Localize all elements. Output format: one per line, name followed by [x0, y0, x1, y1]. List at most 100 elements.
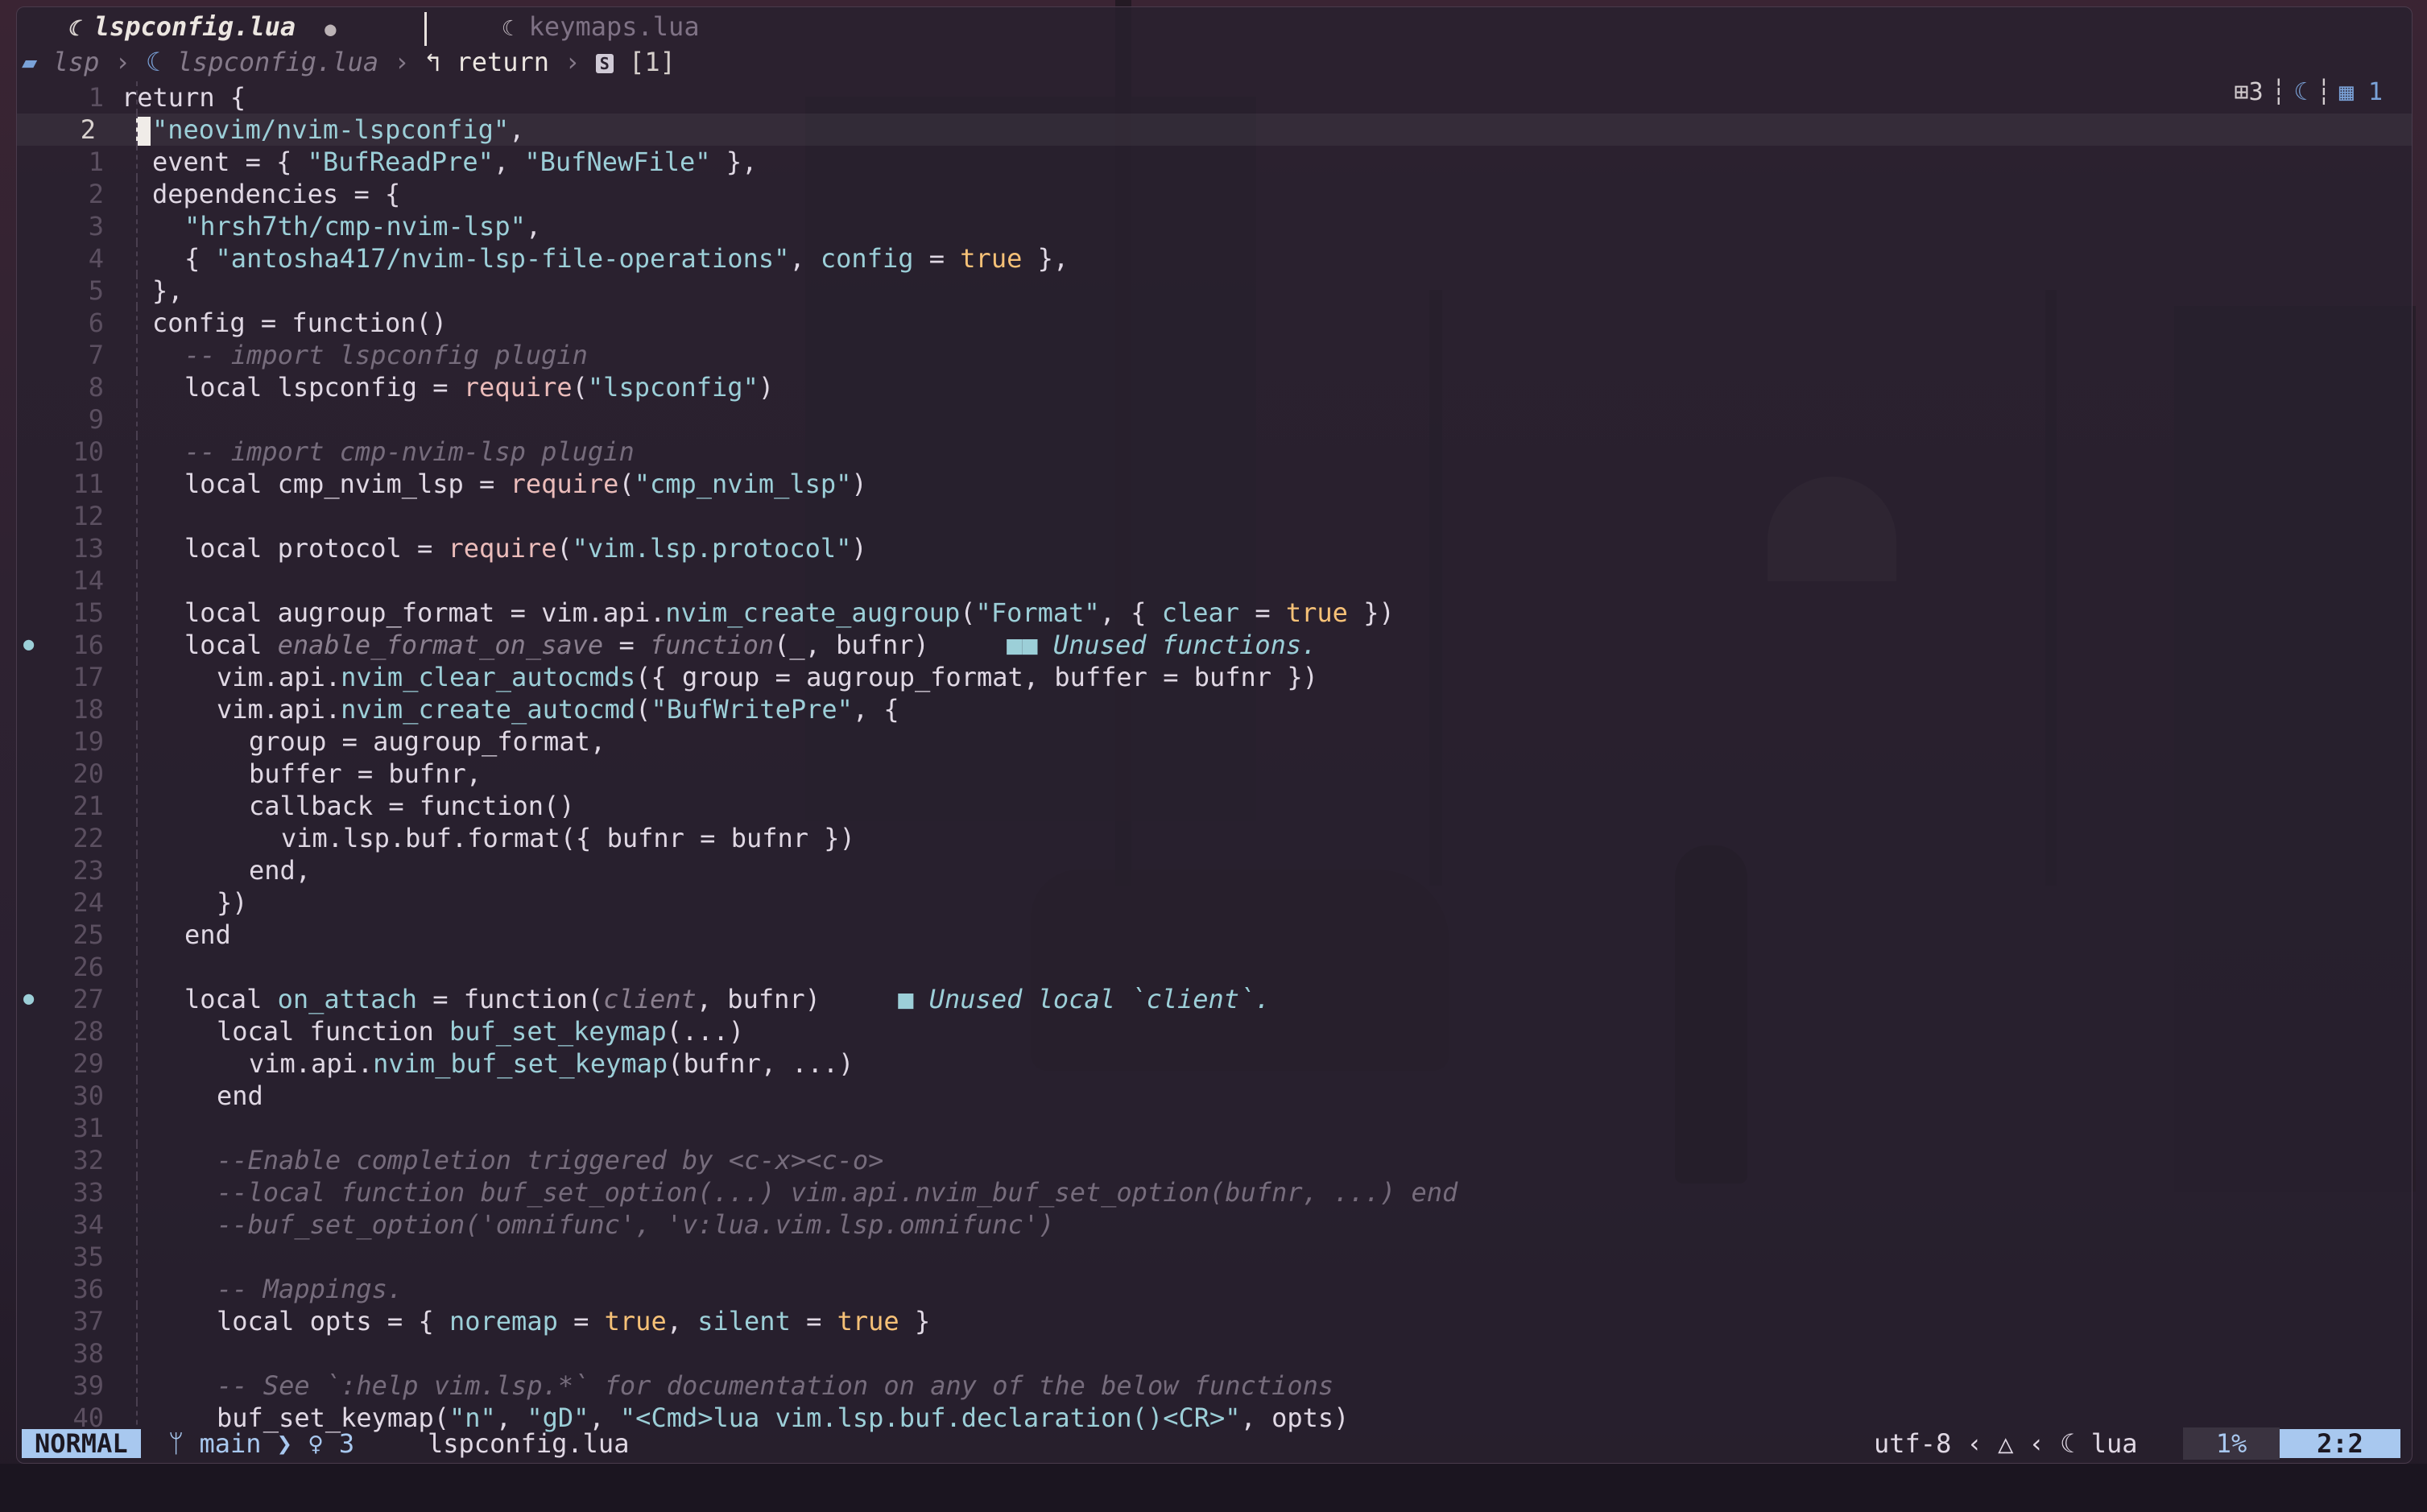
indent-guide [136, 951, 139, 983]
line-text: return { [122, 82, 246, 113]
breadcrumb-file[interactable]: lspconfig.lua [177, 47, 378, 77]
indent-guide [136, 178, 139, 210]
line-number: 31 [72, 1113, 104, 1143]
line-number: 20 [72, 758, 104, 789]
line-number: 35 [72, 1241, 104, 1272]
indent-guide [136, 1369, 139, 1402]
code-line: 35 [17, 1241, 2412, 1273]
indent-guide [136, 275, 139, 307]
indent-guide [136, 114, 139, 146]
code-line: 1 event = { "BufReadPre", "BufNewFile" }, [17, 146, 2412, 178]
indent-guide [136, 81, 139, 114]
indent-guide [136, 629, 139, 661]
scroll-percent: 1% [2183, 1427, 2280, 1460]
indent-guide [136, 854, 139, 886]
code-line: 32 --Enable completion triggered by <c-x>… [17, 1144, 2412, 1176]
tab-keymaps[interactable]: ☾ keymaps.lua [502, 10, 700, 43]
git-section[interactable]: ᛘ main ❯ ♀ 3 [168, 1427, 354, 1460]
line-number: 13 [72, 533, 104, 564]
encoding: utf-8 [1874, 1428, 1952, 1459]
line-text: -- See `:help vim.lsp.*` for documentati… [217, 1370, 1334, 1401]
code-line: 33 --local function buf_set_option(...) v… [17, 1176, 2412, 1208]
line-text: }, [152, 275, 184, 306]
tab-label: lspconfig.lua [93, 11, 296, 42]
line-text: }) [217, 887, 248, 918]
line-text: -- Mappings. [217, 1274, 403, 1304]
line-number: 11 [72, 469, 104, 499]
return-icon: ↰ [424, 47, 441, 77]
line-number: 34 [72, 1209, 104, 1240]
indent-guide [136, 758, 139, 790]
indent-guide [136, 1208, 139, 1241]
indent-guide [136, 371, 139, 403]
line-number: 14 [72, 565, 104, 596]
line-text: local on_attach = function(client, bufnr… [184, 984, 1271, 1014]
line-text: callback = function() [249, 791, 575, 821]
line-text: local enable_format_on_save = function(_… [184, 630, 1317, 660]
moon-icon: ☾ [67, 17, 80, 41]
indent-guide [136, 146, 139, 178]
code-line: 18 vim.api.nvim_create_autocmd("BufWriteP… [17, 693, 2412, 725]
cursor-position: 2:2 [2280, 1429, 2400, 1458]
tab-lspconfig[interactable]: ☾ lspconfig.lua ● [67, 10, 337, 43]
breadcrumb-scope[interactable]: return [456, 47, 549, 77]
breadcrumb-index[interactable]: [1] [629, 47, 676, 77]
desktop-bottom-strip [0, 1464, 2427, 1512]
breadcrumb-separator: › [564, 47, 581, 77]
line-number: 1 [88, 82, 104, 113]
code-line: 12 [17, 500, 2412, 532]
line-number: 32 [72, 1145, 104, 1175]
indent-guide [136, 468, 139, 500]
moon-icon: ☾ [502, 17, 515, 41]
line-number: 1 [88, 147, 104, 177]
code-line-current: 2 "neovim/nvim-lspconfig", [17, 114, 2412, 146]
filetype: lua [2090, 1428, 2138, 1459]
line-text: dependencies = { [152, 179, 401, 209]
code-line: 21 callback = function() [17, 790, 2412, 822]
line-text: local lspconfig = require("lspconfig") [184, 372, 775, 403]
code-line: 2 dependencies = { [17, 178, 2412, 210]
indent-guide [136, 1047, 139, 1080]
status-filename: lspconfig.lua [428, 1428, 630, 1459]
code-line: 23 end, [17, 854, 2412, 886]
line-number: 39 [72, 1370, 104, 1401]
line-number: 29 [72, 1048, 104, 1079]
indent-guide [136, 661, 139, 693]
indent-guide [136, 242, 139, 275]
line-number: 8 [88, 372, 104, 403]
breadcrumb-separator: › [394, 47, 410, 77]
code-line: 38 [17, 1337, 2412, 1369]
code-line: 28 local function buf_set_keymap(...) [17, 1015, 2412, 1047]
code-line: 25 end [17, 919, 2412, 951]
line-number: 28 [72, 1016, 104, 1047]
indent-guide [136, 1241, 139, 1273]
code-line: 14 [17, 564, 2412, 597]
filetype-section: utf-8 ‹ △ ‹ ☾ lua [1874, 1427, 2138, 1460]
code-line: 6 config = function() [17, 307, 2412, 339]
status-line: NORMAL ᛘ main ❯ ♀ 3 lspconfig.lua utf-8 … [17, 1427, 2412, 1460]
indent-guide [136, 564, 139, 597]
line-number: 30 [72, 1080, 104, 1111]
diagnostic-message: ■ Unused local `client`. [898, 984, 1271, 1014]
line-number: 2 [88, 179, 104, 209]
line-text: { "antosha417/nvim-lsp-file-operations",… [184, 243, 1069, 274]
line-number: 22 [72, 823, 104, 853]
line-text: -- import lspconfig plugin [184, 340, 588, 370]
code-line: 39 -- See `:help vim.lsp.*` for documenta… [17, 1369, 2412, 1402]
chevron-left-icon: ‹ [1966, 1428, 1983, 1459]
line-number: 33 [72, 1177, 104, 1208]
line-text: "neovim/nvim-lspconfig", [136, 114, 524, 146]
line-text: local function buf_set_keymap(...) [217, 1016, 745, 1047]
breadcrumb-folder[interactable]: lsp [53, 47, 100, 77]
chevron-right-icon: ❯ [276, 1428, 293, 1459]
tab-separator [424, 12, 427, 46]
code-line: 26 [17, 951, 2412, 983]
indent-guide [136, 436, 139, 468]
code-line: 11 local cmp_nvim_lsp = require("cmp_nvim… [17, 468, 2412, 500]
moon-icon: ☾ [146, 47, 162, 77]
line-number: 36 [72, 1274, 104, 1304]
line-number: 15 [72, 597, 104, 628]
line-number: 26 [72, 952, 104, 982]
line-number: 25 [72, 919, 104, 950]
indent-guide [136, 1112, 139, 1144]
